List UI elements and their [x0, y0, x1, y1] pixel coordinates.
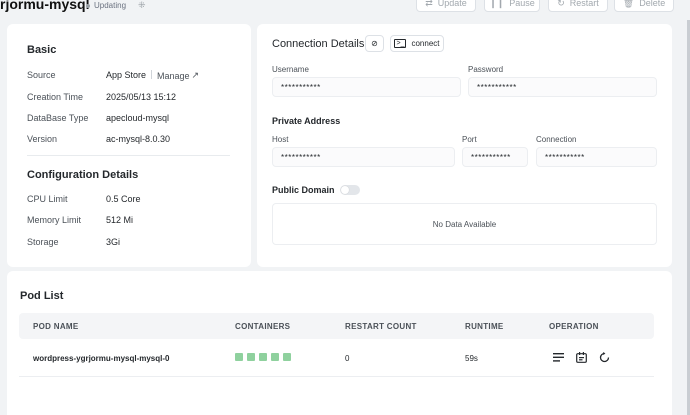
- pod-list-card: Pod List POD NAME CONTAINERS RESTART COU…: [7, 271, 672, 415]
- manage-link[interactable]: Manage ↗: [157, 70, 199, 81]
- pod-name: wordpress-ygrjormu-mysql-mysql-0: [33, 354, 170, 363]
- public-domain-empty: No Data Available: [272, 203, 657, 245]
- public-domain-title: Public Domain: [272, 185, 335, 195]
- col-restart-count: RESTART COUNT: [345, 322, 417, 331]
- pause-icon: ❙❙: [489, 0, 505, 8]
- trash-icon: 🗑: [622, 0, 635, 8]
- calendar-icon: [575, 351, 587, 363]
- port-label: Port: [462, 135, 477, 144]
- connection-field[interactable]: ***********: [536, 147, 657, 167]
- delete-button[interactable]: 🗑 Delete: [614, 0, 674, 12]
- host-field[interactable]: ***********: [272, 147, 455, 167]
- restart-button[interactable]: ↻ Restart: [548, 0, 608, 12]
- database-type-value: apecloud-mysql: [106, 113, 170, 123]
- container-status-square: [235, 353, 243, 361]
- host-label: Host: [272, 135, 289, 144]
- storage-label: Storage: [27, 237, 59, 247]
- col-runtime: RUNTIME: [465, 322, 504, 331]
- private-address-title: Private Address: [272, 116, 341, 126]
- table-header: POD NAME CONTAINERS RESTART COUNT RUNTIM…: [19, 313, 654, 339]
- basic-card: Basic Source App Store Manage ↗ Creation…: [7, 24, 251, 267]
- external-link-icon: ↗: [191, 70, 200, 80]
- storage-value: 3Gi: [106, 237, 121, 247]
- toggle-visibility-button[interactable]: ⊘: [365, 35, 384, 52]
- connection-title: Connection Details: [272, 38, 365, 50]
- col-operation: OPERATION: [549, 322, 599, 331]
- database-type-label: DataBase Type: [27, 113, 89, 123]
- update-button[interactable]: ⇄ Update: [416, 0, 476, 12]
- version-label: Version: [27, 134, 58, 144]
- update-icon: ⇄: [425, 0, 433, 8]
- top-bar: rjormu-mysql Updating ⁜ ⇄ Update ❙❙ Paus…: [0, 0, 690, 20]
- restart-icon: ↻: [557, 0, 565, 8]
- container-status-square: [271, 353, 279, 361]
- source-label: Source: [27, 70, 56, 80]
- creation-time-label: Creation Time: [27, 92, 84, 102]
- logs-button[interactable]: [552, 351, 564, 363]
- port-field[interactable]: ***********: [462, 147, 528, 167]
- connection-label: Connection: [536, 135, 577, 144]
- section-divider: [27, 155, 230, 156]
- cpu-limit-label: CPU Limit: [27, 194, 68, 204]
- restart-icon: [599, 351, 609, 362]
- terminal-icon: >_: [394, 39, 407, 48]
- pause-button[interactable]: ❙❙ Pause: [484, 0, 540, 12]
- empty-text: No Data Available: [432, 219, 497, 229]
- status-badge: Updating ⁜: [86, 0, 146, 11]
- pod-list-title: Pod List: [20, 290, 64, 302]
- container-status-square: [259, 353, 267, 361]
- container-status: [235, 353, 291, 361]
- logs-icon: [552, 352, 564, 362]
- runtime: 59s: [465, 354, 478, 363]
- cpu-limit-value: 0.5 Core: [106, 194, 141, 204]
- version-value: ac-mysql-8.0.30: [106, 134, 171, 144]
- basic-title: Basic: [27, 44, 57, 56]
- memory-limit-label: Memory Limit: [27, 215, 82, 225]
- username-label: Username: [272, 65, 309, 74]
- table-row: wordpress-ygrjormu-mysql-mysql-0 0 59s: [19, 341, 654, 377]
- memory-limit-value: 512 Mi: [106, 215, 134, 225]
- container-status-square: [283, 353, 291, 361]
- app-title: rjormu-mysql: [0, 0, 90, 12]
- divider: [151, 70, 152, 79]
- container-status-square: [247, 353, 255, 361]
- config-title: Configuration Details: [27, 169, 139, 181]
- col-pod-name: POD NAME: [33, 322, 79, 331]
- status-text: Updating: [94, 1, 127, 10]
- username-field[interactable]: ***********: [272, 77, 461, 97]
- password-field[interactable]: ***********: [468, 77, 657, 97]
- public-domain-toggle[interactable]: [340, 185, 360, 195]
- toggle-knob: [341, 186, 349, 194]
- restart-count: 0: [345, 354, 350, 363]
- spinner-icon: ⁜: [138, 0, 146, 10]
- password-label: Password: [468, 65, 504, 74]
- connect-button[interactable]: >_ connect: [390, 35, 444, 52]
- connection-card: Connection Details ⊘ >_ connect Username…: [257, 24, 672, 267]
- status-dot: [86, 3, 90, 8]
- col-containers: CONTAINERS: [235, 322, 291, 331]
- restart-pod-button[interactable]: [598, 351, 610, 363]
- eye-off-icon: ⊘: [371, 39, 378, 48]
- details-button[interactable]: [575, 351, 587, 363]
- creation-time-value: 2025/05/13 15:12: [106, 92, 177, 102]
- source-value: App Store: [106, 70, 147, 80]
